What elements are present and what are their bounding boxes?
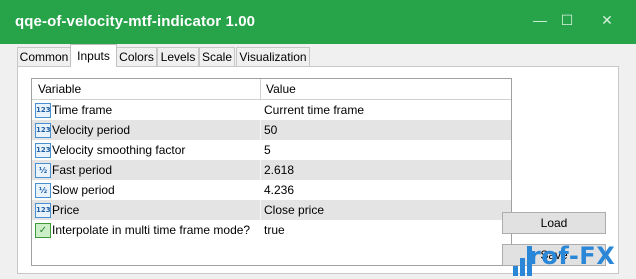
- variable-name: Slow period: [52, 183, 115, 197]
- variable-name: Velocity period: [52, 123, 131, 137]
- table-row[interactable]: ✓ Interpolate in multi time frame mode? …: [32, 220, 511, 240]
- variable-value[interactable]: true: [264, 220, 285, 240]
- table-row[interactable]: 123 Velocity period 50: [32, 120, 511, 140]
- variable-name: Price: [52, 203, 80, 217]
- table-row[interactable]: 123 Price Close price: [32, 200, 511, 220]
- table-row[interactable]: 123 Time frame Current time frame: [32, 100, 511, 120]
- double-type-icon: ½: [35, 183, 51, 198]
- boolean-type-icon: ✓: [35, 223, 51, 238]
- load-button[interactable]: Load: [502, 212, 606, 234]
- cell-divider: [260, 160, 261, 180]
- tab-scale[interactable]: Scale: [199, 47, 235, 67]
- maximize-button[interactable]: ☐: [557, 10, 577, 30]
- variable-value[interactable]: 2.618: [264, 160, 294, 180]
- integer-type-icon: 123: [35, 123, 51, 138]
- variable-name: Velocity smoothing factor: [52, 143, 186, 157]
- variable-name: Time frame: [52, 103, 113, 117]
- window-title: qqe-of-velocity-mtf-indicator 1.00: [15, 13, 256, 30]
- cell-divider: [260, 140, 261, 160]
- grid-header: Variable Value: [32, 79, 511, 100]
- watermark-text: rof-FX: [529, 242, 616, 270]
- watermark: rof-FX: [503, 238, 636, 279]
- cell-divider: [260, 180, 261, 200]
- title-bar[interactable]: qqe-of-velocity-mtf-indicator 1.00 — ☐ ✕: [0, 0, 636, 44]
- integer-type-icon: 123: [35, 103, 51, 118]
- close-button[interactable]: ✕: [597, 10, 617, 30]
- column-header-value[interactable]: Value: [266, 79, 296, 99]
- variable-name: Interpolate in multi time frame mode?: [52, 223, 251, 237]
- cell-divider: [260, 220, 261, 240]
- table-row[interactable]: ½ Fast period 2.618: [32, 160, 511, 180]
- double-type-icon: ½: [35, 163, 51, 178]
- tab-visualization[interactable]: Visualization: [236, 47, 310, 67]
- table-row[interactable]: 123 Velocity smoothing factor 5: [32, 140, 511, 160]
- tab-levels[interactable]: Levels: [157, 47, 199, 67]
- variable-value[interactable]: 50: [264, 120, 277, 140]
- cell-divider: [260, 100, 261, 120]
- variable-value[interactable]: Close price: [264, 200, 324, 220]
- integer-type-icon: 123: [35, 203, 51, 218]
- variable-value[interactable]: 4.236: [264, 180, 294, 200]
- minimize-button[interactable]: —: [530, 10, 550, 30]
- variable-name: Fast period: [52, 163, 113, 177]
- variable-value[interactable]: 5: [264, 140, 271, 160]
- tab-colors[interactable]: Colors: [116, 47, 157, 67]
- tab-inputs[interactable]: Inputs: [70, 44, 117, 67]
- tab-common[interactable]: Common: [17, 47, 71, 67]
- variable-value[interactable]: Current time frame: [264, 100, 364, 120]
- indicator-properties-dialog: qqe-of-velocity-mtf-indicator 1.00 — ☐ ✕…: [0, 0, 636, 279]
- integer-type-icon: 123: [35, 143, 51, 158]
- column-header-variable[interactable]: Variable: [38, 79, 81, 99]
- cell-divider: [260, 200, 261, 220]
- column-divider[interactable]: [260, 79, 261, 99]
- inputs-grid: Variable Value 123 Time frame Current ti…: [31, 78, 512, 266]
- cell-divider: [260, 120, 261, 140]
- table-row[interactable]: ½ Slow period 4.236: [32, 180, 511, 200]
